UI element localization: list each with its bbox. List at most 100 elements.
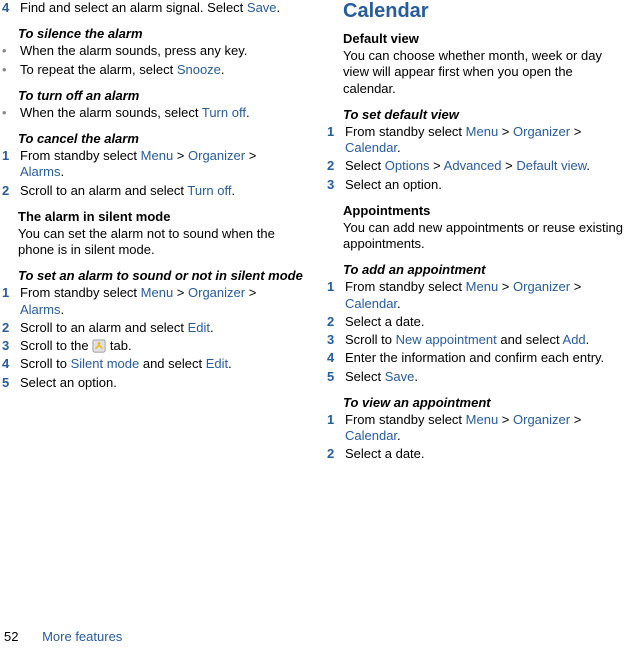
heading-alarm-silent-mode: The alarm in silent mode (18, 209, 303, 224)
content-columns: 4 Find and select an alarm signal. Selec… (0, 0, 634, 465)
step-text: Select an option. (20, 375, 303, 391)
tab-icon (92, 339, 106, 353)
step-text: Scroll to Silent mode and select Edit. (20, 356, 303, 372)
step-text: Find and select an alarm signal. Select … (20, 0, 303, 16)
step-number: 3 (325, 332, 345, 348)
step-number: 1 (0, 285, 20, 301)
list-item: 2 Select a date. (325, 314, 628, 330)
heading-appointments: Appointments (343, 203, 628, 218)
list-item: • When the alarm sounds, press any key. (0, 43, 303, 59)
step-number: 1 (325, 279, 345, 295)
heading-calendar: Calendar (325, 0, 628, 23)
bullet-icon: • (0, 105, 20, 121)
heading-turn-off-alarm: To turn off an alarm (18, 88, 303, 103)
step-number: 5 (0, 375, 20, 391)
paragraph: You can add new appointments or reuse ex… (343, 220, 628, 253)
list-item: 4 Find and select an alarm signal. Selec… (0, 0, 303, 16)
list-item: 3 Scroll to New appointment and select A… (325, 332, 628, 348)
step-number: 4 (0, 356, 20, 372)
link-options: Options (385, 158, 430, 173)
link-menu: Menu (466, 124, 499, 139)
heading-silence-alarm: To silence the alarm (18, 26, 303, 41)
list-item: 2 Select Options > Advanced > Default vi… (325, 158, 628, 174)
page-footer: 52 More features (0, 629, 122, 644)
link-add: Add (563, 332, 586, 347)
heading-cancel-alarm: To cancel the alarm (18, 131, 303, 146)
step-number: 1 (0, 148, 20, 164)
link-edit: Edit (206, 356, 228, 371)
list-item: 5 Select an option. (0, 375, 303, 391)
step-number: 4 (0, 0, 20, 16)
step-number: 2 (325, 314, 345, 330)
bullet-icon: • (0, 62, 20, 78)
step-text: Scroll to the tab. (20, 338, 303, 354)
step-text: From standby select Menu > Organizer > A… (20, 285, 303, 318)
heading-set-default-view: To set default view (343, 107, 628, 122)
step-number: 1 (325, 124, 345, 140)
link-menu: Menu (141, 148, 174, 163)
link-default-view: Default view (516, 158, 586, 173)
link-edit: Edit (188, 320, 210, 335)
bullet-text: To repeat the alarm, select Snooze. (20, 62, 303, 78)
list-item: • To repeat the alarm, select Snooze. (0, 62, 303, 78)
list-item: 5 Select Save. (325, 369, 628, 385)
step-text: Scroll to an alarm and select Edit. (20, 320, 303, 336)
right-column: Calendar Default view You can choose whe… (325, 0, 628, 465)
link-alarms: Alarms (20, 164, 60, 179)
step-number: 5 (325, 369, 345, 385)
link-calendar: Calendar (345, 140, 397, 155)
link-turn-off: Turn off (202, 105, 246, 120)
link-snooze: Snooze (177, 62, 221, 77)
link-menu: Menu (466, 279, 499, 294)
link-alarms: Alarms (20, 302, 60, 317)
list-item: • When the alarm sounds, select Turn off… (0, 105, 303, 121)
step-number: 2 (0, 183, 20, 199)
step-number: 3 (0, 338, 20, 354)
step-number: 2 (0, 320, 20, 336)
section-title: More features (42, 629, 122, 644)
list-item: 1 From standby select Menu > Organizer >… (0, 148, 303, 181)
step-text: Select an option. (345, 177, 628, 193)
list-item: 3 Scroll to the tab. (0, 338, 303, 354)
list-item: 2 Scroll to an alarm and select Turn off… (0, 183, 303, 199)
link-calendar: Calendar (345, 296, 397, 311)
list-item: 4 Enter the information and confirm each… (325, 350, 628, 366)
heading-default-view: Default view (343, 31, 628, 46)
left-column: 4 Find and select an alarm signal. Selec… (0, 0, 303, 465)
bullet-icon: • (0, 43, 20, 59)
step-text: Select Save. (345, 369, 628, 385)
step-text: From standby select Menu > Organizer > A… (20, 148, 303, 181)
step-text: Select Options > Advanced > Default view… (345, 158, 628, 174)
step-number: 1 (325, 412, 345, 428)
list-item: 1 From standby select Menu > Organizer >… (0, 285, 303, 318)
step-text: Enter the information and confirm each e… (345, 350, 628, 366)
link-new-appointment: New appointment (396, 332, 497, 347)
heading-add-appointment: To add an appointment (343, 262, 628, 277)
step-text: Scroll to New appointment and select Add… (345, 332, 628, 348)
link-organizer: Organizer (513, 124, 570, 139)
step-number: 3 (325, 177, 345, 193)
list-item: 1 From standby select Menu > Organizer >… (325, 279, 628, 312)
link-menu: Menu (466, 412, 499, 427)
step-number: 2 (325, 446, 345, 462)
step-number: 2 (325, 158, 345, 174)
list-item: 2 Select a date. (325, 446, 628, 462)
page-number: 52 (4, 629, 18, 644)
link-save: Save (385, 369, 415, 384)
list-item: 2 Scroll to an alarm and select Edit. (0, 320, 303, 336)
link-silent-mode: Silent mode (71, 356, 140, 371)
paragraph: You can set the alarm not to sound when … (18, 226, 303, 259)
link-turn-off: Turn off (187, 183, 231, 198)
step-text: Select a date. (345, 314, 628, 330)
link-organizer: Organizer (513, 279, 570, 294)
link-advanced: Advanced (444, 158, 502, 173)
link-save: Save (247, 0, 277, 15)
list-item: 3 Select an option. (325, 177, 628, 193)
heading-view-appointment: To view an appointment (343, 395, 628, 410)
step-number: 4 (325, 350, 345, 366)
step-text: Scroll to an alarm and select Turn off. (20, 183, 303, 199)
link-calendar: Calendar (345, 428, 397, 443)
step-text: From standby select Menu > Organizer > C… (345, 412, 628, 445)
link-organizer: Organizer (188, 285, 245, 300)
list-item: 1 From standby select Menu > Organizer >… (325, 124, 628, 157)
